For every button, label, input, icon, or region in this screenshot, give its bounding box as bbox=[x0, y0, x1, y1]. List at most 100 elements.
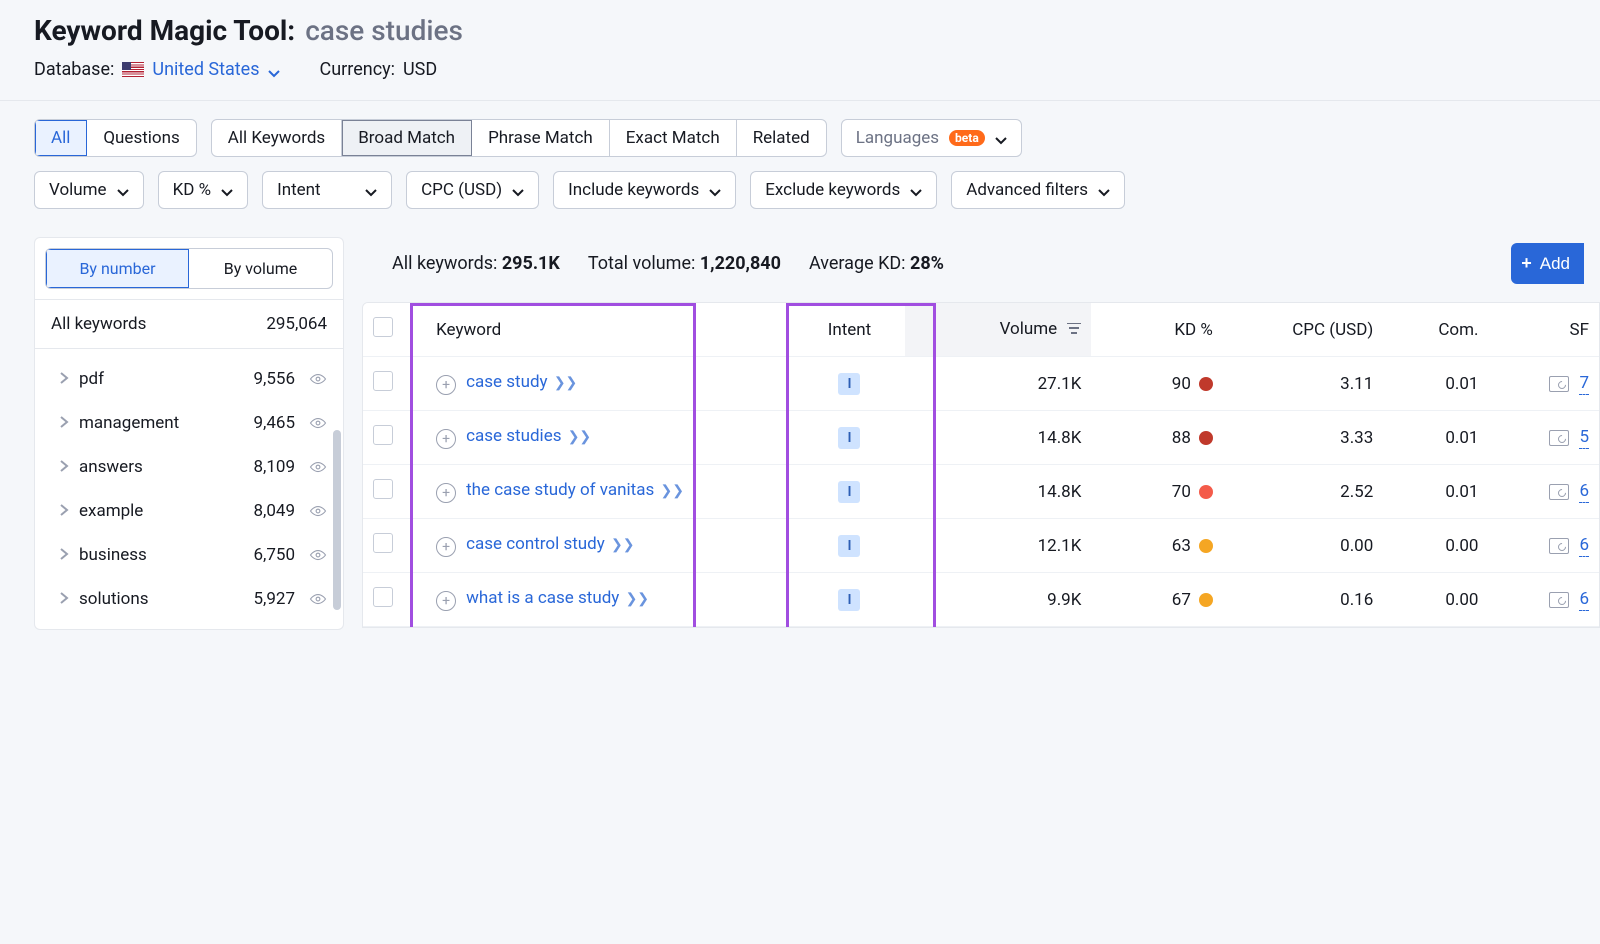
col-kd[interactable]: KD % bbox=[1091, 303, 1222, 357]
com-cell: 0.00 bbox=[1383, 573, 1488, 627]
chevron-right-icon bbox=[59, 545, 69, 565]
intent-badge: I bbox=[838, 427, 860, 449]
filter-cpc[interactable]: CPC (USD) bbox=[406, 171, 539, 209]
intent-badge: I bbox=[838, 373, 860, 395]
com-cell: 0.01 bbox=[1383, 465, 1488, 519]
chevron-right-icon bbox=[59, 457, 69, 477]
serp-features-icon[interactable] bbox=[1549, 376, 1569, 392]
database-selector[interactable]: Database: United States bbox=[34, 59, 280, 80]
filter-volume[interactable]: Volume bbox=[34, 171, 144, 209]
group-name: management bbox=[79, 413, 243, 433]
chevron-right-icon bbox=[59, 413, 69, 433]
tab-phrase-match[interactable]: Phrase Match bbox=[472, 120, 610, 156]
filter-include-keywords[interactable]: Include keywords bbox=[553, 171, 736, 209]
toggle-by-number[interactable]: By number bbox=[46, 249, 189, 288]
languages-dropdown[interactable]: Languages beta bbox=[841, 119, 1022, 157]
filter-advanced[interactable]: Advanced filters bbox=[951, 171, 1125, 209]
double-chevron-icon: ❯❯ bbox=[611, 537, 634, 553]
chevron-right-icon bbox=[59, 369, 69, 389]
eye-icon[interactable] bbox=[309, 458, 327, 476]
add-keyword-icon[interactable]: + bbox=[436, 591, 456, 611]
sidebar-scrollbar[interactable] bbox=[333, 302, 341, 621]
sf-count[interactable]: 6 bbox=[1579, 535, 1589, 557]
filter-exclude-keywords[interactable]: Exclude keywords bbox=[750, 171, 937, 209]
chevron-down-icon bbox=[910, 184, 922, 196]
tab-broad-match[interactable]: Broad Match bbox=[342, 120, 472, 156]
add-keyword-icon[interactable]: + bbox=[436, 537, 456, 557]
filter-kd[interactable]: KD % bbox=[158, 171, 249, 209]
tab-all[interactable]: All bbox=[35, 120, 87, 156]
table-row: + case study ❯❯ I 27.1K 90 3.11 0.01 7 bbox=[363, 357, 1599, 411]
keyword-link[interactable]: case control study ❯❯ bbox=[466, 534, 634, 554]
keyword-link[interactable]: case study ❯❯ bbox=[466, 372, 577, 392]
keyword-groups-sidebar: By number By volume All keywords 295,064… bbox=[34, 237, 344, 630]
sidebar-all-keywords[interactable]: All keywords 295,064 bbox=[35, 299, 343, 349]
row-checkbox[interactable] bbox=[373, 425, 393, 445]
tool-title: Keyword Magic Tool: bbox=[34, 14, 295, 47]
sidebar-group-item[interactable]: management 9,465 bbox=[35, 401, 343, 445]
row-checkbox[interactable] bbox=[373, 371, 393, 391]
sidebar-group-item[interactable]: example 8,049 bbox=[35, 489, 343, 533]
serp-features-icon[interactable] bbox=[1549, 430, 1569, 446]
col-com[interactable]: Com. bbox=[1383, 303, 1488, 357]
keyword-link[interactable]: what is a case study ❯❯ bbox=[466, 588, 649, 608]
sidebar-group-item[interactable]: solutions 5,927 bbox=[35, 577, 343, 621]
serp-features-icon[interactable] bbox=[1549, 592, 1569, 608]
group-name: solutions bbox=[79, 589, 243, 609]
add-keyword-icon[interactable]: + bbox=[436, 429, 456, 449]
tab-exact-match[interactable]: Exact Match bbox=[610, 120, 737, 156]
keyword-link[interactable]: the case study of vanitas ❯❯ bbox=[466, 480, 684, 500]
kd-difficulty-dot bbox=[1199, 431, 1213, 445]
com-cell: 0.00 bbox=[1383, 519, 1488, 573]
add-keyword-icon[interactable]: + bbox=[436, 483, 456, 503]
col-intent[interactable]: Intent bbox=[794, 303, 904, 357]
col-volume[interactable]: Volume bbox=[905, 303, 1092, 357]
volume-cell: 9.9K bbox=[905, 573, 1092, 627]
col-sf[interactable]: SF bbox=[1488, 303, 1599, 357]
tab-all-keywords[interactable]: All Keywords bbox=[212, 120, 342, 156]
kd-cell: 90 bbox=[1101, 374, 1212, 394]
sf-count[interactable]: 7 bbox=[1579, 373, 1589, 395]
currency-display: Currency: USD bbox=[320, 59, 438, 80]
row-checkbox[interactable] bbox=[373, 479, 393, 499]
eye-icon[interactable] bbox=[309, 414, 327, 432]
add-keyword-icon[interactable]: + bbox=[436, 375, 456, 395]
row-checkbox[interactable] bbox=[373, 587, 393, 607]
eye-icon[interactable] bbox=[309, 590, 327, 608]
sidebar-group-item[interactable]: answers 8,109 bbox=[35, 445, 343, 489]
com-cell: 0.01 bbox=[1383, 411, 1488, 465]
eye-icon[interactable] bbox=[309, 546, 327, 564]
eye-icon[interactable] bbox=[309, 370, 327, 388]
cpc-cell: 3.33 bbox=[1223, 411, 1383, 465]
group-count: 9,465 bbox=[253, 413, 295, 433]
chevron-down-icon bbox=[221, 184, 233, 196]
tab-related[interactable]: Related bbox=[737, 120, 826, 156]
sidebar-group-item[interactable]: business 6,750 bbox=[35, 533, 343, 577]
serp-features-icon[interactable] bbox=[1549, 538, 1569, 554]
sidebar-group-item[interactable]: pdf 9,556 bbox=[35, 357, 343, 401]
sf-count[interactable]: 6 bbox=[1579, 481, 1589, 503]
group-name: pdf bbox=[79, 369, 243, 389]
kd-cell: 63 bbox=[1101, 536, 1212, 556]
tab-questions[interactable]: Questions bbox=[87, 120, 195, 156]
select-all-checkbox[interactable] bbox=[373, 317, 393, 337]
keyword-link[interactable]: case studies ❯❯ bbox=[466, 426, 591, 446]
group-count: 6,750 bbox=[253, 545, 295, 565]
serp-features-icon[interactable] bbox=[1549, 484, 1569, 500]
scope-segment: All Questions bbox=[34, 119, 197, 157]
keywords-table: Keyword Intent Volume KD % CPC (USD) Com… bbox=[363, 303, 1599, 627]
sf-count[interactable]: 5 bbox=[1579, 427, 1589, 449]
col-keyword[interactable]: Keyword bbox=[426, 303, 794, 357]
toggle-by-volume[interactable]: By volume bbox=[189, 249, 332, 288]
add-to-list-button[interactable]: + Add bbox=[1511, 243, 1584, 284]
table-row: + case studies ❯❯ I 14.8K 88 3.33 0.01 5 bbox=[363, 411, 1599, 465]
eye-icon[interactable] bbox=[309, 502, 327, 520]
group-count: 5,927 bbox=[253, 589, 295, 609]
row-checkbox[interactable] bbox=[373, 533, 393, 553]
col-cpc[interactable]: CPC (USD) bbox=[1223, 303, 1383, 357]
chevron-down-icon bbox=[995, 132, 1007, 144]
intent-badge: I bbox=[838, 535, 860, 557]
filter-intent[interactable]: Intent bbox=[262, 171, 392, 209]
sf-count[interactable]: 6 bbox=[1579, 589, 1589, 611]
flag-us-icon bbox=[122, 62, 144, 77]
